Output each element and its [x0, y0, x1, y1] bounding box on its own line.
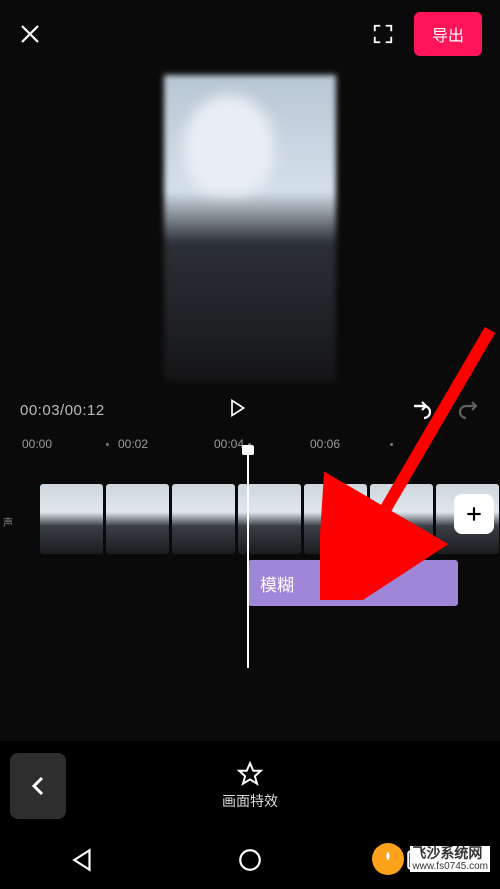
add-clip-button[interactable]: [454, 494, 494, 534]
audio-track-label: 声: [3, 514, 13, 529]
video-preview[interactable]: [164, 75, 336, 381]
undo-icon[interactable]: [410, 398, 434, 422]
watermark-icon: [372, 843, 404, 875]
nav-back-icon[interactable]: [70, 847, 96, 873]
clip-thumb[interactable]: [40, 484, 103, 554]
watermark: 飞沙系统网 www.fs0745.com: [372, 843, 490, 875]
export-button[interactable]: 导出: [414, 12, 482, 56]
ruler-tick: 00:02: [118, 437, 156, 451]
clip-thumb[interactable]: [172, 484, 235, 554]
back-button[interactable]: [10, 753, 66, 819]
watermark-brand: 飞沙系统网: [410, 846, 490, 861]
play-icon[interactable]: [227, 398, 247, 422]
bottom-toolbar: 画面特效: [0, 741, 500, 831]
tool-picture-effect[interactable]: 画面特效: [66, 761, 434, 811]
redo-icon: [456, 398, 480, 422]
time-display: 00:03/00:12: [20, 402, 105, 419]
ruler-tick: 00:00: [22, 437, 60, 451]
nav-home-icon[interactable]: [237, 847, 263, 873]
playhead[interactable]: [247, 448, 249, 668]
clip-thumb[interactable]: [106, 484, 169, 554]
timeline[interactable]: 声 模糊: [0, 474, 500, 634]
clip-thumb[interactable]: [370, 484, 433, 554]
watermark-url: www.fs0745.com: [410, 861, 490, 872]
fullscreen-icon[interactable]: [372, 23, 394, 45]
tool-label: 画面特效: [222, 791, 278, 811]
star-icon: [237, 761, 263, 787]
ruler-tick: 00:06: [310, 437, 348, 451]
close-icon[interactable]: [18, 22, 42, 46]
effect-clip-blur[interactable]: 模糊: [248, 560, 458, 606]
effect-clip-label: 模糊: [260, 571, 294, 596]
video-track[interactable]: [40, 484, 500, 554]
preview-area: [0, 68, 500, 388]
clip-thumb[interactable]: [304, 484, 367, 554]
